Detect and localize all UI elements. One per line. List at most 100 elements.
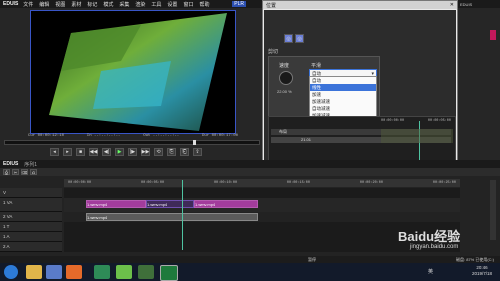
option-linear[interactable]: 线性 — [310, 84, 376, 91]
scrub-bar[interactable] — [4, 140, 260, 145]
clock[interactable]: 20:46 2019/7/18 — [466, 265, 498, 277]
menu-window[interactable]: 窗口 — [183, 1, 193, 8]
speed-value[interactable]: 22.00 % — [277, 89, 292, 94]
status-bar: 暂停 磁盘: 87% 已使用(C:) — [0, 256, 500, 263]
keyframe-row-bg — [381, 129, 453, 143]
ruler-4: 00:00:20:00 — [359, 181, 383, 185]
dialog-tools: ◎ ◎ — [284, 34, 304, 43]
tl-tool-4-icon[interactable]: ⎌ — [30, 169, 37, 175]
watermark-url: jingyan.baidu.com — [410, 244, 459, 250]
menu-view[interactable]: 视图 — [55, 1, 65, 8]
menu-render[interactable]: 渲染 — [135, 1, 145, 8]
overwrite-button[interactable]: ⎗ — [180, 147, 189, 156]
clip-1[interactable]: 1.wmv.mp4 — [86, 200, 146, 208]
tl-tool-3-icon[interactable]: ⌫ — [21, 169, 28, 175]
timeline-ruler[interactable]: 00:00:00:00 00:00:05:00 00:00:10:00 00:0… — [64, 179, 460, 187]
timeline-toolbar: ⎙ ✂ ⌫ ⎌ — [0, 168, 500, 176]
menu-help[interactable]: 帮助 — [199, 1, 209, 8]
player-window: EDUIS 文件 编辑 视图 素材 标记 模式 采集 渲染 工具 设置 窗口 帮… — [0, 0, 262, 160]
option-auto[interactable]: 自动 — [310, 77, 376, 84]
clip-4[interactable]: 1.wmv.mp4 — [86, 213, 258, 221]
kf-tc1: 00:00:00:00 — [381, 119, 405, 123]
step-fwd-button[interactable]: |▶ — [128, 147, 137, 156]
tl-tool-2-icon[interactable]: ✂ — [12, 169, 19, 175]
timeline-title: EDIUS — [3, 161, 19, 167]
list-value: 21.01 — [301, 137, 312, 142]
sequence-name: 序列1 — [24, 161, 38, 168]
clip-3[interactable]: 1.wmv.mp4 — [194, 200, 258, 208]
dialog-tab[interactable]: 剪切 — [268, 48, 278, 55]
track-header-2a[interactable]: 2 A — [0, 242, 62, 252]
track-header-1va[interactable]: 1 VA — [0, 198, 62, 212]
menu-settings[interactable]: 设置 — [167, 1, 177, 8]
timeline-scrollbar[interactable] — [490, 180, 496, 240]
menu-file[interactable]: 文件 — [23, 1, 33, 8]
start-icon[interactable] — [4, 265, 18, 279]
stop-button[interactable]: ■ — [76, 147, 85, 156]
taskbar-edius-icon[interactable] — [94, 265, 110, 279]
app-logo: EDUIS — [3, 1, 19, 7]
export-button[interactable]: ⇪ — [193, 147, 202, 156]
ruler-3: 00:00:15:00 — [286, 181, 311, 185]
taskbar-app-icon[interactable] — [138, 265, 154, 279]
track-header-v[interactable]: V — [0, 188, 62, 198]
taskbar-firefox-icon[interactable] — [66, 265, 82, 279]
kf-tc2: 00:00:05:00 — [427, 119, 451, 123]
tool-a-icon[interactable]: ◎ — [284, 34, 293, 43]
taskbar-flag-icon[interactable] — [160, 265, 178, 281]
taskbar-media-icon[interactable] — [46, 265, 62, 279]
dialog-titlebar: 位置 ✕ — [263, 1, 457, 9]
scrub-handle[interactable] — [193, 140, 196, 145]
menu-marker[interactable]: 标记 — [87, 1, 97, 8]
dialog-close-icon[interactable]: ✕ — [450, 2, 454, 8]
play-button[interactable]: ▶ — [115, 147, 124, 156]
status-right: 磁盘: 87% 已使用(C:) — [455, 256, 494, 262]
taskbar-explorer-icon[interactable] — [26, 265, 42, 279]
tl-tool-1-icon[interactable]: ⎙ — [3, 169, 10, 175]
loop-button[interactable]: ⟲ — [154, 147, 163, 156]
easing-label: 平滑 — [311, 63, 322, 69]
track-lane-1va: 1.wmv.mp4 1.wmv.mp4 1.wmv.mp4 — [64, 198, 460, 212]
speed-knob[interactable] — [279, 71, 293, 85]
taskbar: 英 20:46 2019/7/18 — [0, 263, 500, 281]
recorder-titlebar: EDUIS — [458, 0, 500, 8]
ruler-0: 00:00:00:00 — [68, 181, 92, 185]
step-back-button[interactable]: ◀| — [102, 147, 111, 156]
track-header-1a[interactable]: 1 A — [0, 232, 62, 242]
list-layout-label: 布局 — [279, 129, 287, 134]
recorder-red-marker — [490, 30, 496, 40]
set-in-button[interactable]: ◂ — [50, 147, 59, 156]
menu-edit[interactable]: 编辑 — [39, 1, 49, 8]
option-auto-decel[interactable]: 自动减速 — [310, 105, 376, 112]
ruler-1: 00:00:05:00 — [140, 181, 165, 185]
clock-date: 2019/7/18 — [471, 271, 493, 276]
watermark-text: Baidu经验 — [398, 229, 461, 244]
player-timecodes: Cur 00:00:12:10 In --:--:--:-- Out --:--… — [28, 133, 238, 139]
rotated-image-preview — [49, 13, 227, 131]
clip-2[interactable]: 1.wmv.mp4 — [146, 200, 194, 208]
properties-panel: 速度 22.00 % 平滑 自动 ▾ 自动 线性 加速 加速减速 自动减速 加速… — [268, 56, 380, 127]
insert-button[interactable]: ⎘ — [167, 147, 176, 156]
dialog-title: 位置 — [266, 2, 277, 9]
recorder-window: EDUIS — [458, 0, 500, 160]
transport-controls: ◂ ▸ ■ ◀◀ ◀| ▶ |▶ ▶▶ ⟲ ⎘ ⎗ ⇪ — [50, 147, 202, 156]
option-accel[interactable]: 加速 — [310, 91, 376, 98]
fast-forward-button[interactable]: ▶▶ — [141, 147, 150, 156]
option-accel-decel[interactable]: 加速减速 — [310, 98, 376, 105]
tool-b-icon[interactable]: ◎ — [295, 34, 304, 43]
tray-lang[interactable]: 英 — [428, 268, 433, 275]
menu-mode[interactable]: 模式 — [103, 1, 113, 8]
timeline-cursor[interactable] — [182, 180, 183, 250]
menu-tools[interactable]: 工具 — [151, 1, 161, 8]
menu-clip[interactable]: 素材 — [71, 1, 81, 8]
cur-timecode: Cur 00:00:12:10 — [28, 134, 65, 138]
plr-badge[interactable]: PLR — [232, 1, 246, 7]
timeline-titlebar: EDIUS 序列1 — [0, 160, 500, 168]
track-header-1t[interactable]: 1 T — [0, 222, 62, 232]
track-header-2va[interactable]: 2 VA — [0, 212, 62, 222]
recorder-logo: EDUIS — [460, 1, 473, 7]
rewind-button[interactable]: ◀◀ — [89, 147, 98, 156]
menu-capture[interactable]: 采集 — [119, 1, 129, 8]
set-out-button[interactable]: ▸ — [63, 147, 72, 156]
taskbar-green-icon[interactable] — [116, 265, 132, 279]
